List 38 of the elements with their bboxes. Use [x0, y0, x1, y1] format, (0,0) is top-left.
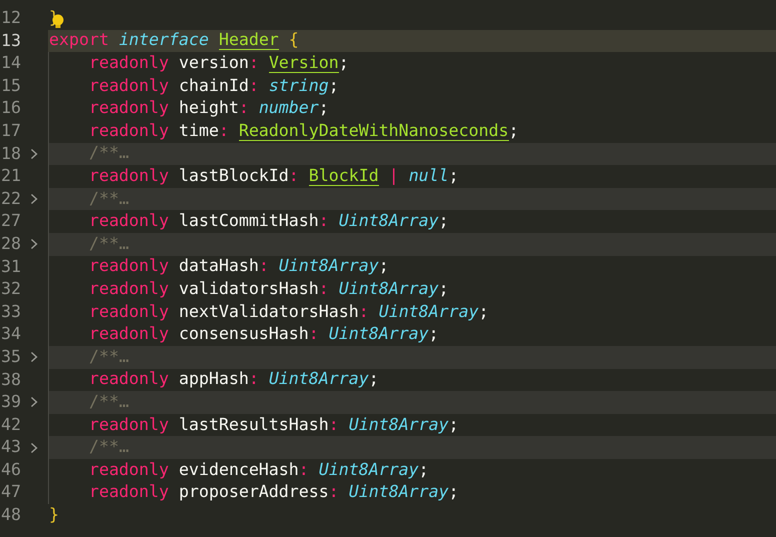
code-line: readonly validatorsHash: Uint8Array; — [48, 278, 776, 301]
line-number: 16 — [0, 100, 21, 117]
line-number: 47 — [0, 484, 21, 502]
line-number: 12 — [0, 10, 21, 27]
code-line: readonly nextValidatorsHash: Uint8Array; — [48, 300, 776, 324]
fold-chevron-icon[interactable] — [30, 238, 38, 250]
line-number: 18 — [0, 146, 21, 162]
code-line: readonly proposerAddress: Uint8Array; — [48, 481, 776, 504]
line-number: 14 — [0, 55, 21, 72]
code-line: readonly version: Version; — [48, 52, 776, 75]
line-number: 22 — [0, 190, 21, 208]
line-number: 38 — [0, 372, 21, 388]
line-number: 39 — [0, 394, 21, 411]
fold-chevron-icon[interactable] — [30, 396, 38, 408]
fold-chevron-icon[interactable] — [30, 351, 38, 364]
line-number: 42 — [0, 416, 21, 434]
line-number: 31 — [0, 258, 21, 276]
line-number: 32 — [0, 281, 21, 298]
fold-chevron-icon[interactable] — [30, 442, 38, 454]
line-number: 27 — [0, 213, 21, 230]
line-number: 17 — [0, 122, 21, 140]
line-number: 15 — [0, 78, 21, 94]
line-number: 46 — [0, 462, 21, 478]
line-number: 34 — [0, 326, 21, 343]
line-number: 48 — [0, 507, 21, 524]
code-line: readonly evidenceHash: Uint8Array; — [48, 458, 776, 482]
fold-chevron-icon[interactable] — [30, 193, 38, 206]
fold-chevron-icon[interactable] — [30, 148, 38, 160]
line-number: 33 — [0, 304, 21, 320]
line-number: 43 — [0, 439, 21, 456]
code-line: readonly chainId: string; — [48, 74, 776, 98]
code-line: } — [48, 504, 60, 526]
line-number: 35 — [0, 348, 21, 366]
line-number: 28 — [0, 236, 21, 253]
code-line: readonly dataHash: Uint8Array; — [48, 256, 776, 278]
line-number: 21 — [0, 168, 21, 185]
code-line: readonly height: number; — [48, 97, 776, 120]
line-number: 13 — [0, 32, 21, 50]
